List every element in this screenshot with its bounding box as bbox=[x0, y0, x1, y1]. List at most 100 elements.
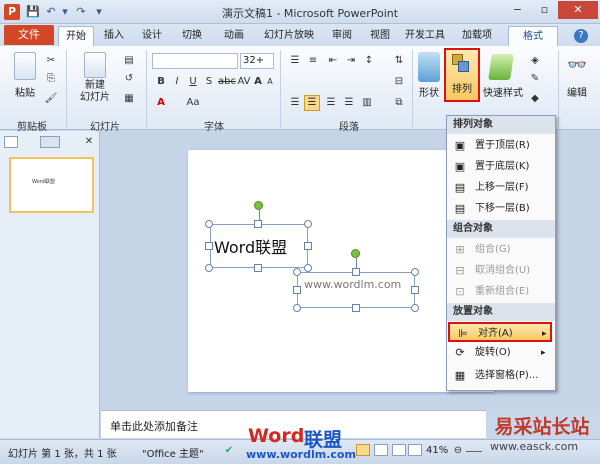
slide-thumbnail[interactable] bbox=[9, 157, 94, 213]
grow-font-icon[interactable]: A bbox=[252, 75, 264, 89]
tab-slideshow[interactable]: 幻灯片放映 bbox=[256, 26, 322, 46]
tab-review[interactable]: 审阅 bbox=[324, 26, 360, 46]
shadow-button[interactable]: S bbox=[202, 75, 216, 89]
tab-transitions[interactable]: 切换 bbox=[172, 26, 212, 46]
menu-item-align[interactable]: ⊫ 对齐(A) ▸ bbox=[448, 322, 552, 342]
copy-icon[interactable]: ⎘ bbox=[44, 72, 58, 86]
justify-icon[interactable]: ☰ bbox=[342, 96, 356, 110]
layout-icon[interactable]: ▤ bbox=[122, 54, 136, 68]
textbox-url-text[interactable]: www.wordlm.com bbox=[304, 278, 401, 291]
tab-insert[interactable]: 插入 bbox=[96, 26, 132, 46]
minimize-button[interactable]: − bbox=[504, 1, 531, 19]
shapes-button-label[interactable]: 形状 bbox=[414, 84, 444, 99]
normal-view-icon[interactable] bbox=[356, 444, 370, 456]
decrease-indent-icon[interactable]: ⇤ bbox=[326, 54, 340, 68]
menu-item-bring-to-front[interactable]: ▣ 置于顶层(R) bbox=[447, 136, 555, 156]
shape-outline-icon[interactable]: ✎ bbox=[528, 72, 542, 86]
shape-fill-icon[interactable]: ◈ bbox=[528, 54, 542, 68]
tab-home[interactable]: 开始 bbox=[58, 26, 94, 46]
menu-item-send-backward[interactable]: ▤ 下移一层(B) bbox=[447, 199, 555, 219]
new-slide-icon[interactable] bbox=[84, 52, 106, 78]
tab-addins[interactable]: 加载项 bbox=[452, 26, 502, 46]
powerpoint-app-icon[interactable]: P bbox=[4, 4, 20, 20]
resize-handle[interactable] bbox=[254, 220, 262, 228]
paste-button-label[interactable]: 粘贴 bbox=[8, 84, 42, 99]
tab-animations[interactable]: 动画 bbox=[214, 26, 254, 46]
quick-styles-icon[interactable] bbox=[488, 54, 514, 80]
slideshow-view-icon[interactable] bbox=[408, 444, 422, 456]
editing-button-label[interactable]: 编辑 bbox=[560, 84, 594, 99]
align-center-icon[interactable]: ☰ bbox=[304, 95, 320, 111]
customize-qat-icon[interactable]: ▾ bbox=[92, 5, 106, 19]
paste-icon[interactable] bbox=[14, 52, 36, 80]
rotate-handle[interactable] bbox=[351, 249, 360, 258]
sorter-view-icon[interactable] bbox=[374, 444, 388, 456]
zoom-slider[interactable] bbox=[466, 451, 482, 452]
align-left-icon[interactable]: ☰ bbox=[288, 96, 302, 110]
rotate-handle[interactable] bbox=[254, 201, 263, 210]
format-painter-icon[interactable]: 🖌 bbox=[44, 92, 58, 106]
save-icon[interactable]: 💾 bbox=[26, 5, 40, 19]
outline-view-tab-icon[interactable] bbox=[40, 136, 60, 148]
new-slide-button-label[interactable]: 新建 幻灯片 bbox=[72, 80, 118, 104]
close-panel-icon[interactable]: ✕ bbox=[82, 135, 96, 149]
menu-item-ungroup[interactable]: ⊟ 取消组合(U) bbox=[447, 261, 555, 281]
resize-handle[interactable] bbox=[293, 268, 301, 276]
text-direction-icon[interactable]: ⇅ bbox=[392, 54, 406, 68]
underline-button[interactable]: U bbox=[186, 75, 200, 89]
undo-icon[interactable]: ↶ bbox=[44, 5, 58, 19]
shrink-font-icon[interactable]: A bbox=[264, 75, 276, 89]
find-icon[interactable]: 👓 bbox=[566, 54, 588, 76]
cut-icon[interactable]: ✂ bbox=[44, 54, 58, 68]
section-icon[interactable]: ▦ bbox=[122, 92, 136, 106]
font-size-combobox[interactable]: 32+ bbox=[240, 53, 274, 69]
tab-format[interactable]: 格式 bbox=[508, 26, 558, 46]
tab-developer[interactable]: 开发工具 bbox=[400, 26, 450, 46]
tab-file[interactable]: 文件 bbox=[4, 25, 54, 45]
zoom-level[interactable]: 41% bbox=[426, 445, 448, 456]
shapes-icon[interactable] bbox=[418, 52, 440, 82]
spellcheck-icon[interactable]: ✔ bbox=[222, 444, 236, 458]
menu-item-selection-pane[interactable]: ▦ 选择窗格(P)... bbox=[447, 366, 555, 386]
slides-view-tab-icon[interactable] bbox=[4, 136, 18, 148]
smartart-icon[interactable]: ⧉ bbox=[392, 96, 406, 110]
reading-view-icon[interactable] bbox=[392, 444, 406, 456]
resize-handle[interactable] bbox=[304, 220, 312, 228]
line-spacing-icon[interactable]: ↕ bbox=[362, 54, 376, 68]
align-right-icon[interactable]: ☰ bbox=[324, 96, 338, 110]
close-button[interactable]: ✕ bbox=[558, 1, 598, 19]
notes-placeholder[interactable]: 单击此处添加备注 bbox=[110, 418, 198, 434]
menu-item-rotate[interactable]: ⟳ 旋转(O) ▸ bbox=[447, 343, 555, 363]
resize-handle[interactable] bbox=[254, 264, 262, 272]
resize-handle[interactable] bbox=[352, 268, 360, 276]
resize-handle[interactable] bbox=[293, 304, 301, 312]
numbering-icon[interactable]: ≡ bbox=[306, 54, 320, 68]
align-text-icon[interactable]: ⊟ bbox=[392, 75, 406, 89]
font-name-combobox[interactable] bbox=[152, 53, 238, 69]
menu-item-bring-forward[interactable]: ▤ 上移一层(F) bbox=[447, 178, 555, 198]
reset-icon[interactable]: ↺ bbox=[122, 72, 136, 86]
resize-handle[interactable] bbox=[304, 242, 312, 250]
resize-handle[interactable] bbox=[304, 264, 312, 272]
zoom-out-icon[interactable]: ⊖ bbox=[452, 444, 464, 458]
font-color-button[interactable]: A bbox=[154, 96, 168, 110]
resize-handle[interactable] bbox=[411, 286, 419, 294]
strikethrough-button[interactable]: abc bbox=[218, 75, 236, 89]
textbox-wordlm-text[interactable]: Word联盟 bbox=[214, 234, 287, 258]
resize-handle[interactable] bbox=[293, 286, 301, 294]
increase-indent-icon[interactable]: ⇥ bbox=[344, 54, 358, 68]
shape-effects-icon[interactable]: ◆ bbox=[528, 92, 542, 106]
tab-view[interactable]: 视图 bbox=[362, 26, 398, 46]
help-icon[interactable]: ? bbox=[574, 29, 588, 43]
quick-styles-button-label[interactable]: 快速样式 bbox=[480, 84, 526, 99]
resize-handle[interactable] bbox=[411, 268, 419, 276]
tab-design[interactable]: 设计 bbox=[134, 26, 170, 46]
change-case-button[interactable]: Aa bbox=[184, 96, 202, 110]
resize-handle[interactable] bbox=[205, 242, 213, 250]
restore-button[interactable]: ▫ bbox=[531, 1, 558, 19]
menu-item-send-to-back[interactable]: ▣ 置于底层(K) bbox=[447, 157, 555, 177]
resize-handle[interactable] bbox=[411, 304, 419, 312]
resize-handle[interactable] bbox=[205, 220, 213, 228]
bullets-icon[interactable]: ☰ bbox=[288, 54, 302, 68]
undo-dropdown-icon[interactable]: ▾ bbox=[58, 5, 72, 19]
